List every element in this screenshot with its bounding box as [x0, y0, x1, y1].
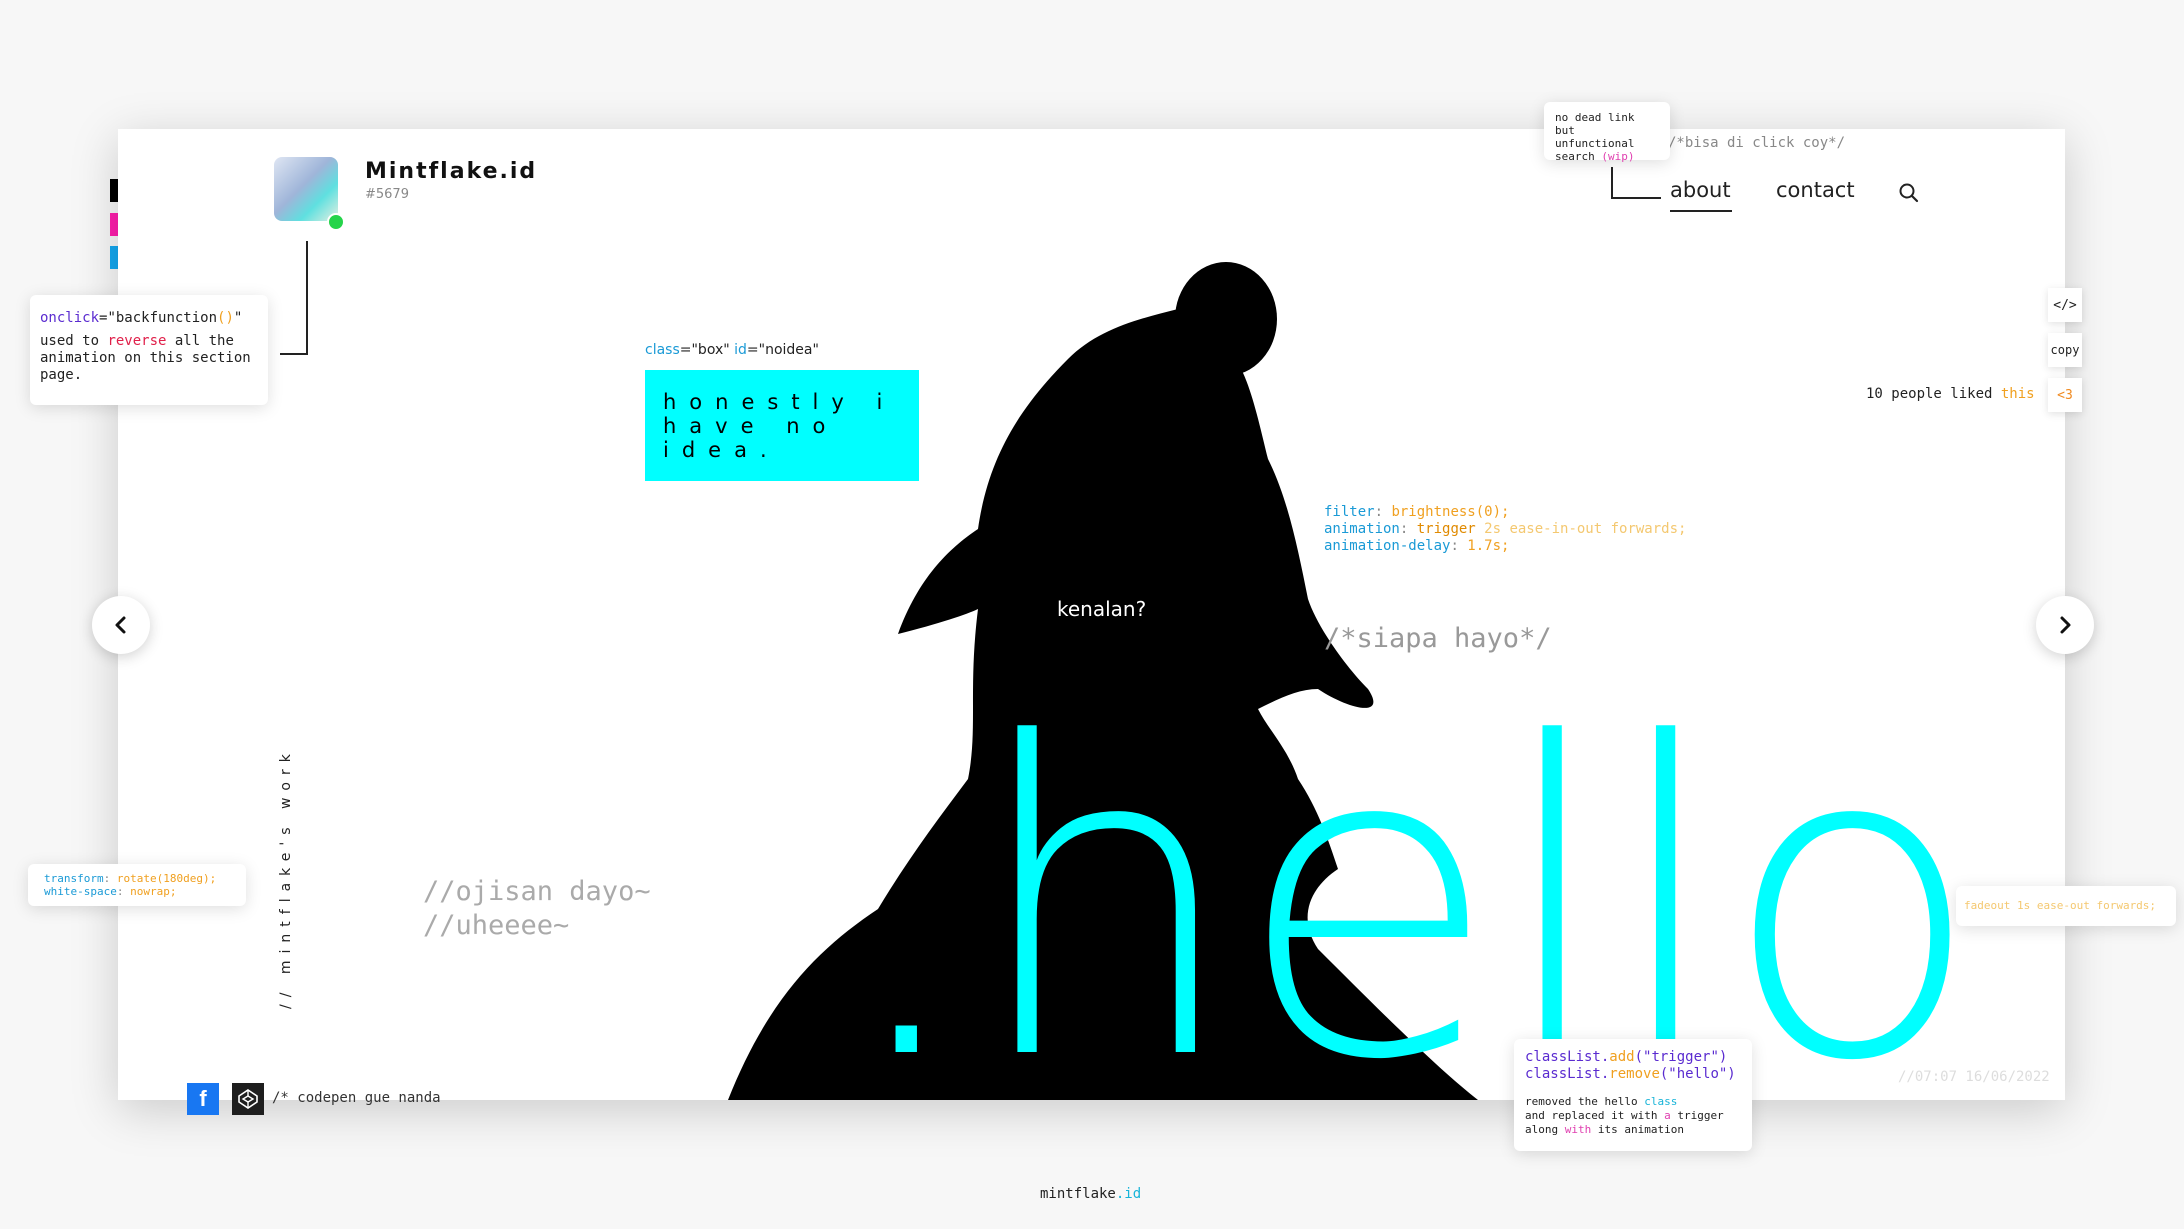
code-method: remove	[1609, 1066, 1660, 1082]
code-prop: white-space	[44, 885, 117, 898]
likes-text: 10 people liked	[1866, 386, 2001, 402]
tip-line: search	[1555, 150, 1602, 163]
box-attribute-label: class="box" id="noidea"	[645, 342, 819, 358]
desc-kw: with	[1564, 1123, 1592, 1136]
tip-line: no dead link	[1555, 111, 1635, 124]
code-value: 2s ease-in-out forwards;	[1475, 521, 1687, 537]
desc: all the	[166, 333, 234, 349]
desc: along	[1525, 1123, 1565, 1136]
desc: page.	[40, 367, 83, 383]
desc: its animation	[1591, 1123, 1684, 1136]
footer-brand: mintflake.id	[1040, 1186, 1141, 1202]
code-value: 1.7s;	[1458, 538, 1510, 554]
nav-about[interactable]: about	[1670, 178, 1731, 202]
close-quote: "	[233, 310, 243, 326]
nav-about-underline	[1670, 210, 1732, 212]
nav-contact[interactable]: contact	[1776, 178, 1855, 202]
wip-tag: (wip)	[1601, 150, 1635, 163]
desc: animation on this section	[40, 350, 251, 366]
desc: and replaced it with	[1525, 1109, 1665, 1122]
reverse-word: reverse	[107, 333, 167, 349]
online-status-dot	[327, 213, 345, 231]
rotate-tooltip: transform: rotate(180deg); white-space: …	[28, 864, 246, 906]
main-card: .hello Mintflake.id #5679 about contact …	[118, 129, 2065, 1100]
code-value: brightness(0);	[1383, 504, 1510, 520]
noidea-box-text: honestly i have no idea.	[663, 390, 896, 462]
noidea-box: honestly i have no idea.	[645, 370, 919, 481]
ojisan-comment: //ojisan dayo~ //uheeee~	[423, 875, 651, 943]
chevron-left-icon	[115, 616, 126, 634]
view-code-button[interactable]: </>	[2048, 288, 2082, 322]
eq: ="	[99, 310, 116, 326]
connector-line	[1611, 167, 1613, 199]
hello-heading: .hello	[838, 654, 1984, 1100]
codepen-icon[interactable]	[232, 1083, 264, 1115]
facebook-icon[interactable]: f	[187, 1083, 219, 1115]
onclick-attr: onclick	[40, 310, 100, 326]
ojisan-line: //uheeee~	[423, 910, 570, 941]
class-keyword: class	[645, 342, 680, 358]
next-slide-button[interactable]	[2036, 596, 2094, 654]
fadeout-code: fadeout 1s ease-out forwards;	[1964, 899, 2157, 912]
like-button[interactable]: <3	[2048, 378, 2082, 412]
siapa-comment: /*siapa hayo*/	[1324, 623, 1552, 654]
vertical-work-label: // mintflake's work	[278, 747, 294, 1009]
copy-button[interactable]: copy	[2048, 333, 2082, 367]
likes-count: 10 people liked this	[1866, 386, 2035, 402]
connector-line	[306, 241, 308, 355]
search-icon[interactable]	[1898, 182, 1920, 204]
code-args: ("hello")	[1659, 1066, 1736, 1082]
footer-tld: .id	[1115, 1186, 1142, 1202]
class-value: ="box"	[679, 342, 735, 358]
search-tooltip: no dead link but unfunctional search (wi…	[1544, 102, 1670, 163]
connector-line	[1611, 197, 1661, 199]
backfunction-tooltip: onclick="backfunction()" used to reverse…	[30, 295, 268, 405]
code-obj: classList.	[1525, 1049, 1610, 1065]
tip-line: but unfunctional	[1555, 124, 1635, 150]
codepen-comment: /* codepen gue nanda	[272, 1090, 441, 1106]
desc: removed the hello	[1525, 1095, 1645, 1108]
code-prop: filter	[1324, 504, 1375, 520]
desc: trigger	[1670, 1109, 1724, 1122]
fadeout-tooltip: fadeout 1s ease-out forwards;	[1956, 886, 2176, 926]
ojisan-line: //ojisan dayo~	[423, 876, 651, 907]
code-prop: animation-delay	[1324, 538, 1451, 554]
profile-tag: #5679	[365, 187, 409, 202]
desc-kw: a	[1664, 1109, 1671, 1122]
kenalan-text: kenalan?	[1057, 597, 1147, 621]
code-value: rotate(180deg);	[110, 872, 217, 885]
desc-kw: class	[1644, 1095, 1678, 1108]
connector-line	[280, 353, 308, 355]
profile-name: Mintflake.id	[365, 159, 538, 184]
clickable-comment: /*bisa di click coy*/	[1668, 135, 1846, 151]
code-value: nowrap;	[123, 885, 177, 898]
css-code-block: filter: brightness(0); animation: trigge…	[1324, 504, 1687, 554]
desc: used to	[40, 333, 108, 349]
code-args: ("trigger")	[1634, 1049, 1728, 1065]
parens: ()	[217, 310, 234, 326]
chevron-right-icon	[2060, 616, 2071, 634]
code-obj: classList.	[1525, 1066, 1610, 1082]
id-keyword: id	[734, 342, 747, 358]
date-watermark: //07:07 16/06/2022	[1898, 1069, 2050, 1085]
code-method: add	[1609, 1049, 1635, 1065]
classlist-tooltip: classList.add("trigger") classList.remov…	[1514, 1039, 1752, 1151]
likes-this: this	[2000, 386, 2035, 402]
code-prop: transform	[44, 872, 104, 885]
id-value: ="noidea"	[746, 342, 819, 358]
prev-slide-button[interactable]	[92, 596, 150, 654]
code-prop: animation	[1324, 521, 1400, 537]
footer-name: mintflake	[1040, 1186, 1116, 1202]
fn-name: backfunction	[115, 310, 218, 326]
avatar[interactable]	[274, 157, 338, 221]
code-value: trigger	[1408, 521, 1476, 537]
